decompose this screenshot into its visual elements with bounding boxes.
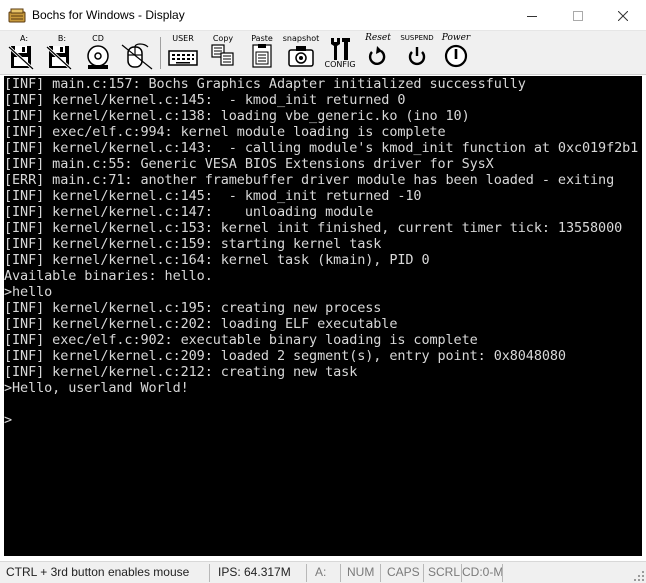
- copy-button[interactable]: Copy: [207, 34, 239, 72]
- status-divider: [502, 564, 503, 582]
- console-line: Available binaries: hello.: [4, 268, 213, 284]
- copy-icon: [211, 44, 234, 66]
- config-tools-icon: [331, 38, 350, 60]
- console-line: [INF] kernel/kernel.c:138: loading vbe_g…: [4, 108, 470, 124]
- console-line: [INF] exec/elf.c:994: kernel module load…: [4, 124, 446, 140]
- reset-button[interactable]: Reset: [361, 34, 395, 72]
- status-divider: [340, 564, 341, 582]
- status-scroll-lock: SCRL: [428, 565, 461, 579]
- power-label: Power: [441, 33, 471, 43]
- cdrom-icon: [87, 45, 109, 69]
- status-ips: IPS: 64.317M: [218, 565, 291, 579]
- paste-icon: [252, 44, 272, 68]
- floppy-disk-icon: [7, 45, 35, 71]
- bochs-app-icon: [8, 8, 26, 23]
- cdrom-label: CD: [92, 34, 104, 43]
- console-line: [INF] kernel/kernel.c:195: creating new …: [4, 300, 382, 316]
- console-line: [INF] kernel/kernel.c:143: - calling mod…: [4, 140, 639, 156]
- snapshot-label: snapshot: [282, 34, 320, 43]
- reset-icon: [368, 46, 386, 65]
- console-line: >hello: [4, 284, 53, 300]
- copy-label: Copy: [212, 34, 234, 43]
- status-bar: CTRL + 3rd button enables mouse IPS: 64.…: [0, 561, 646, 583]
- toolbar: A: B: CD USER Copy Paste snapshot CONFIG…: [0, 31, 646, 75]
- cdrom-button[interactable]: CD: [83, 34, 113, 72]
- console-line: [INF] exec/elf.c:902: executable binary …: [4, 332, 478, 348]
- floppy-b-button[interactable]: B:: [43, 34, 75, 72]
- console-line: >: [4, 412, 13, 428]
- emulator-display[interactable]: [INF] main.c:157: Bochs Graphics Adapter…: [4, 76, 642, 556]
- power-button[interactable]: Power: [438, 34, 474, 72]
- camera-icon: [288, 46, 314, 67]
- status-divider: [423, 564, 424, 582]
- status-num-lock: NUM: [347, 565, 375, 579]
- status-mouse-hint: CTRL + 3rd button enables mouse: [6, 565, 190, 579]
- console-line: [INF] main.c:157: Bochs Graphics Adapter…: [4, 76, 526, 92]
- console-line: [INF] kernel/kernel.c:147: unloading mod…: [4, 204, 374, 220]
- minimize-icon: [527, 15, 537, 17]
- suspend-button[interactable]: SUSPEND: [399, 34, 435, 72]
- resize-grip-icon[interactable]: [634, 571, 644, 581]
- config-button[interactable]: CONFIG: [323, 34, 357, 72]
- status-drive-indicator: A:: [315, 565, 327, 579]
- mouse-button[interactable]: [119, 34, 155, 72]
- console-line: [INF] kernel/kernel.c:153: kernel init f…: [4, 220, 623, 236]
- close-button[interactable]: [600, 0, 646, 31]
- suspend-label: SUSPEND: [400, 34, 434, 42]
- status-cdrom-indicator: CD:0-M: [462, 565, 502, 579]
- window-title: Bochs for Windows - Display: [32, 8, 185, 22]
- user-button[interactable]: USER: [166, 34, 200, 72]
- console-line: [INF] kernel/kernel.c:209: loaded 2 segm…: [4, 348, 566, 364]
- suspend-icon: [408, 47, 426, 66]
- floppy-disk-icon: [45, 45, 73, 71]
- maximize-icon: [573, 10, 583, 21]
- status-divider: [380, 564, 381, 582]
- console-line: >Hello, userland World!: [4, 380, 189, 396]
- console-line: [INF] kernel/kernel.c:202: loading ELF e…: [4, 316, 398, 332]
- reset-label: Reset: [365, 33, 391, 43]
- status-divider: [209, 564, 210, 582]
- toolbar-separator: [160, 37, 161, 69]
- status-divider: [306, 564, 307, 582]
- user-label: USER: [172, 34, 194, 43]
- keyboard-icon: [168, 50, 198, 66]
- mouse-icon: [121, 43, 153, 70]
- floppy-a-label: A:: [19, 34, 29, 43]
- console-line: [INF] kernel/kernel.c:145: - kmod_init r…: [4, 188, 422, 204]
- console-line: [INF] kernel/kernel.c:145: - kmod_init r…: [4, 92, 406, 108]
- paste-label: Paste: [251, 34, 273, 43]
- console-line: [INF] kernel/kernel.c:212: creating new …: [4, 364, 358, 380]
- floppy-b-label: B:: [57, 34, 67, 43]
- power-icon: [444, 44, 468, 68]
- maximize-button[interactable]: [555, 0, 601, 31]
- console-line: [INF] main.c:55: Generic VESA BIOS Exten…: [4, 156, 494, 172]
- config-label: CONFIG: [324, 60, 356, 69]
- console-line: [ERR] main.c:71: another framebuffer dri…: [4, 172, 615, 188]
- snapshot-button[interactable]: snapshot: [283, 34, 319, 72]
- title-bar[interactable]: Bochs for Windows - Display: [0, 0, 646, 31]
- paste-button[interactable]: Paste: [246, 34, 278, 72]
- console-line: [INF] kernel/kernel.c:159: starting kern…: [4, 236, 382, 252]
- floppy-a-button[interactable]: A:: [5, 34, 37, 72]
- close-icon: [618, 10, 628, 21]
- status-caps-lock: CAPS: [387, 565, 420, 579]
- minimize-button[interactable]: [509, 0, 555, 31]
- console-line: [INF] kernel/kernel.c:164: kernel task (…: [4, 252, 430, 268]
